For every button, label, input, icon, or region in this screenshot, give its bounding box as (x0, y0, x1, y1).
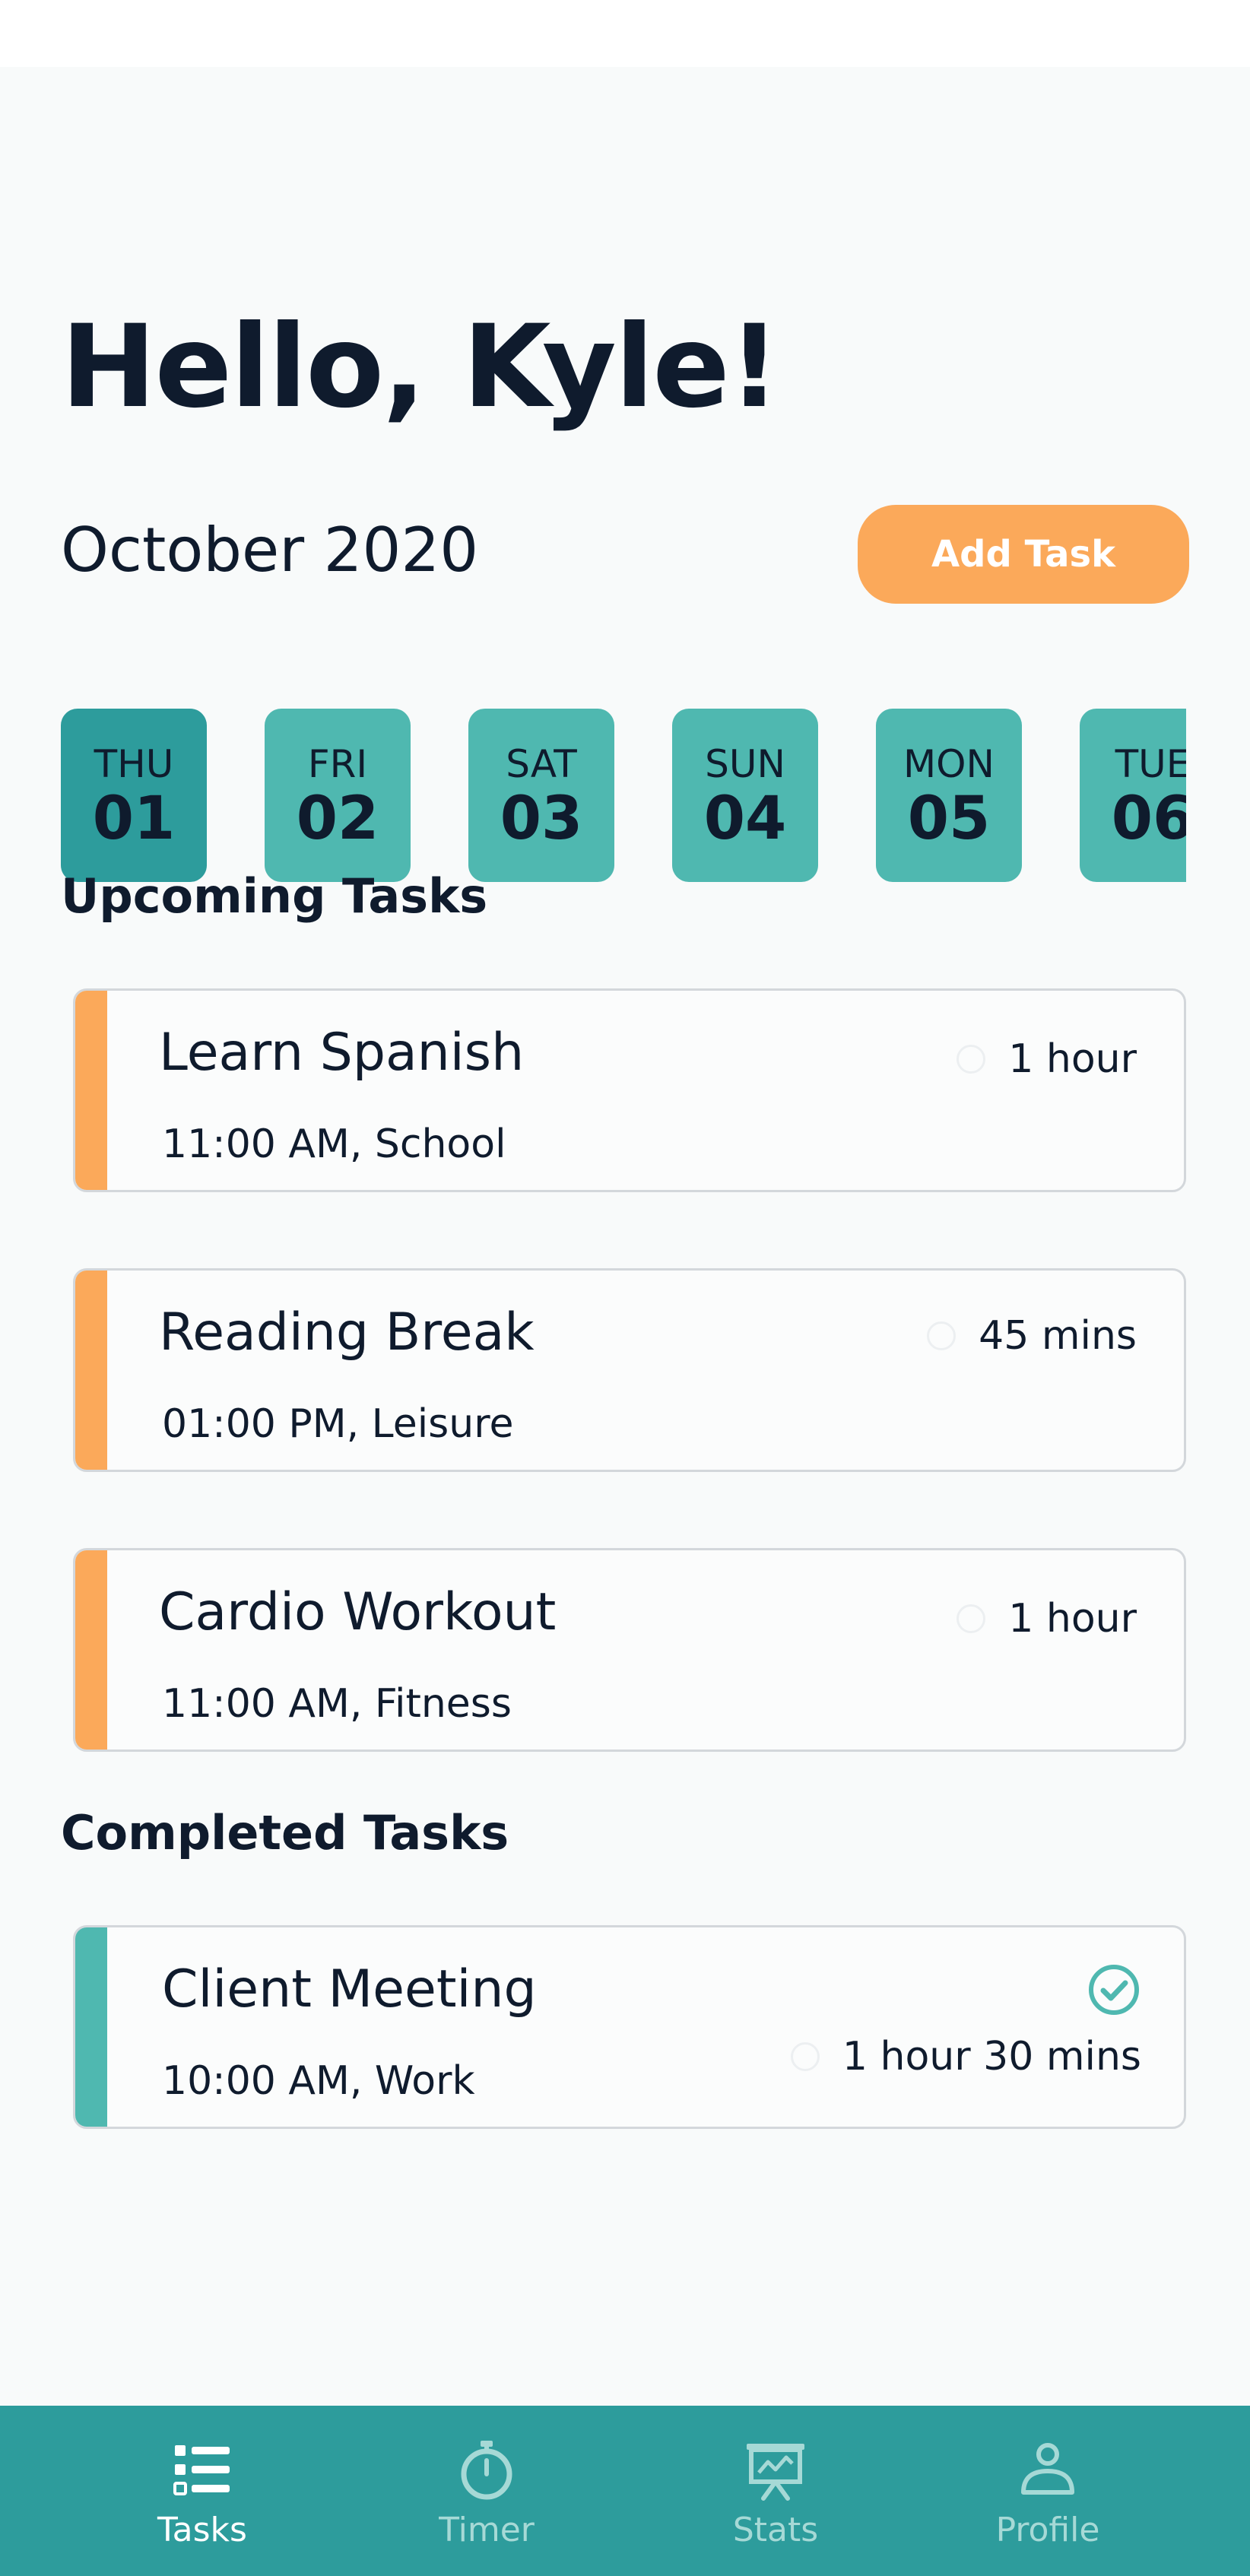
day-number: 06 (1111, 785, 1186, 853)
task-duration: 45 mins (927, 1316, 1137, 1356)
clock-icon (790, 2042, 820, 2071)
upcoming-tasks-heading: Upcoming Tasks (61, 868, 488, 924)
presentation-chart-icon (747, 2444, 804, 2501)
day-number: 01 (92, 785, 176, 853)
month-label: October 2020 (61, 515, 479, 585)
check-circle-icon[interactable] (1087, 1962, 1141, 2017)
task-status-bar (75, 1927, 107, 2127)
task-time-category: 11:00 AM, School (162, 1121, 506, 1167)
day-chip-mon[interactable]: MON 05 (876, 709, 1022, 882)
task-duration: 1 hour (957, 1599, 1137, 1639)
task-card[interactable]: Learn Spanish 11:00 AM, School 1 hour (73, 988, 1186, 1192)
task-time-category: 11:00 AM, Fitness (162, 1681, 512, 1727)
clock-icon (927, 1321, 957, 1350)
tab-tasks[interactable]: Tasks (88, 2406, 316, 2576)
day-chip-sun[interactable]: SUN 04 (672, 709, 818, 882)
task-card[interactable]: Cardio Workout 11:00 AM, Fitness 1 hour (73, 1548, 1186, 1752)
day-selector: THU 01 FRI 02 SAT 03 SUN 04 MON 05 TUE 0… (61, 709, 1186, 882)
task-title: Reading Break (159, 1302, 535, 1363)
task-title: Learn Spanish (159, 1023, 525, 1083)
task-duration: 1 hour (957, 1039, 1137, 1079)
day-chip-thu[interactable]: THU 01 (61, 709, 207, 882)
completed-tasks-heading: Completed Tasks (61, 1805, 509, 1861)
task-duration-label: 45 mins (979, 1313, 1137, 1359)
tab-label: Tasks (157, 2511, 247, 2549)
day-name: MON (903, 742, 995, 786)
completed-task-card[interactable]: Client Meeting 10:00 AM, Work 1 hour 30 … (73, 1925, 1186, 2129)
day-name: FRI (307, 742, 368, 786)
day-name: SAT (506, 742, 577, 786)
task-duration-label: 1 hour 30 mins (842, 2034, 1141, 2080)
task-priority-bar (75, 1271, 107, 1470)
task-card[interactable]: Reading Break 01:00 PM, Leisure 45 mins (73, 1268, 1186, 1472)
task-priority-bar (75, 991, 107, 1190)
app-screen: Hello, Kyle! October 2020 Add Task THU 0… (0, 67, 1250, 2576)
task-priority-bar (75, 1550, 107, 1750)
day-name: SUN (705, 742, 785, 786)
clock-icon (957, 1045, 986, 1074)
task-duration-label: 1 hour (1008, 1036, 1137, 1082)
user-icon (1021, 2443, 1074, 2495)
clock-icon (957, 1604, 986, 1633)
tab-stats[interactable]: Stats (661, 2406, 890, 2576)
day-chip-sat[interactable]: SAT 03 (468, 709, 614, 882)
task-time-category: 01:00 PM, Leisure (162, 1401, 514, 1447)
day-name: TUE (1115, 742, 1186, 786)
task-duration: 1 hour 30 mins (790, 2034, 1141, 2080)
task-time-category: 10:00 AM, Work (162, 2058, 475, 2104)
task-duration-label: 1 hour (1008, 1596, 1137, 1642)
day-number: 05 (907, 785, 991, 853)
task-title: Client Meeting (162, 1959, 537, 2019)
day-number: 04 (703, 785, 787, 853)
tab-label: Timer (439, 2511, 535, 2549)
greeting-title: Hello, Kyle! (61, 301, 780, 433)
add-task-button[interactable]: Add Task (858, 505, 1189, 604)
day-number: 02 (296, 785, 379, 853)
tab-label: Profile (995, 2511, 1100, 2549)
tab-timer[interactable]: Timer (373, 2406, 601, 2576)
day-number: 03 (500, 785, 583, 853)
list-icon (173, 2445, 230, 2495)
tab-label: Stats (732, 2511, 819, 2549)
tab-profile[interactable]: Profile (934, 2406, 1162, 2576)
stopwatch-icon (461, 2441, 512, 2500)
day-name: THU (94, 742, 174, 786)
bottom-tab-bar: Tasks Timer Stats Profile (0, 2406, 1250, 2576)
day-chip-fri[interactable]: FRI 02 (265, 709, 411, 882)
day-chip-tue[interactable]: TUE 06 (1080, 709, 1186, 882)
task-title: Cardio Workout (159, 1582, 557, 1642)
